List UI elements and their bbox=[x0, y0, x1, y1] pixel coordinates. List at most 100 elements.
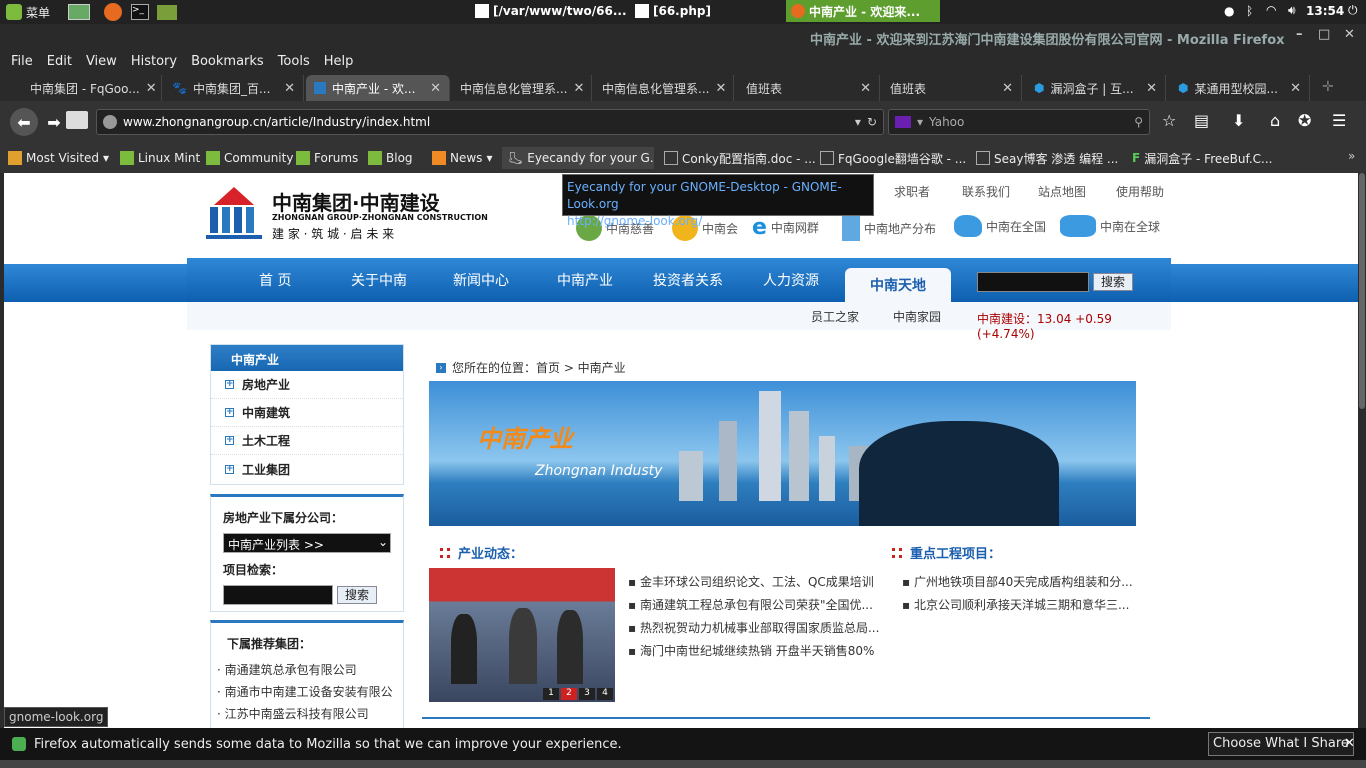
addon-icon[interactable]: ✪ bbox=[1298, 111, 1311, 130]
nav-about[interactable]: 关于中南 bbox=[351, 270, 407, 290]
bookmark-seay[interactable]: Seay博客 渗透 编程 ... bbox=[976, 147, 1118, 169]
project-search-input[interactable] bbox=[223, 585, 333, 605]
sidebar-item-civil[interactable]: + 土木工程 bbox=[211, 427, 403, 455]
stock-quote[interactable]: 中南建设：13.04 +0.59 (+4.74%) bbox=[977, 310, 1171, 341]
reload-icon[interactable]: ↻ bbox=[867, 115, 883, 129]
menu-history[interactable]: History bbox=[124, 54, 184, 69]
tab-close-icon[interactable]: ✕ bbox=[146, 81, 157, 96]
console-launcher-icon[interactable]: >_ bbox=[131, 4, 149, 20]
nav-investors[interactable]: 投资者关系 bbox=[653, 270, 723, 290]
pager-1[interactable]: 1 bbox=[543, 688, 559, 700]
taskbar-item-editor[interactable]: [66.php] bbox=[630, 0, 716, 22]
home-icon[interactable]: ⌂ bbox=[1270, 111, 1280, 130]
news-item[interactable]: ▪ 海门中南世纪城继续热销 开盘半天销售80% bbox=[628, 642, 874, 659]
tab-7[interactable]: ⬢ 漏洞盒子 | 互... ✕ bbox=[1026, 75, 1166, 101]
clock[interactable]: 13:54 bbox=[1306, 4, 1344, 18]
tab-close-icon[interactable]: ✕ bbox=[1146, 81, 1157, 96]
overflow-chevron-icon[interactable]: » bbox=[1348, 149, 1355, 163]
sidebar-item-industrial[interactable]: + 工业集团 bbox=[211, 455, 403, 483]
site-logo[interactable]: 中南集团·中南建设 ZHONGNAN GROUP·ZHONGNAN CONSTR… bbox=[204, 185, 488, 245]
tab-close-icon[interactable]: ✕ bbox=[284, 81, 295, 96]
dropdown-arrow-icon[interactable]: ▾ bbox=[855, 115, 861, 129]
link-sitemap[interactable]: 站点地图 bbox=[1038, 183, 1086, 200]
bookmark-freebuf[interactable]: F 漏洞盒子 - FreeBuf.C... bbox=[1132, 147, 1272, 169]
reading-list-icon[interactable]: ▤ bbox=[1194, 111, 1209, 130]
tab-close-icon[interactable]: ✕ bbox=[715, 81, 726, 96]
menu-file[interactable]: File bbox=[4, 54, 40, 69]
nav-hr[interactable]: 人力资源 bbox=[763, 270, 819, 290]
bookmark-blog[interactable]: Blog bbox=[368, 147, 413, 169]
pager-4[interactable]: 4 bbox=[597, 688, 613, 700]
bookmark-fqgoogle[interactable]: FqGoogle翻墙谷歌 - ... bbox=[820, 147, 966, 169]
close-window-icon[interactable]: ✕ bbox=[1344, 27, 1355, 42]
nav-industry[interactable]: 中南产业 bbox=[557, 270, 613, 290]
close-notification-icon[interactable]: ✕ bbox=[1344, 736, 1355, 751]
search-icon[interactable]: ⚲ bbox=[1134, 115, 1149, 129]
search-bar[interactable]: ▾ Yahoo ⚲ bbox=[888, 109, 1150, 135]
home-page-icon[interactable] bbox=[66, 111, 88, 129]
url-bar[interactable]: www.zhongnangroup.cn/article/Industry/in… bbox=[96, 109, 884, 135]
nav-news[interactable]: 新闻中心 bbox=[453, 270, 509, 290]
link-help[interactable]: 使用帮助 bbox=[1116, 183, 1164, 200]
link-contact[interactable]: 联系我们 bbox=[962, 183, 1010, 200]
tab-1[interactable]: 🐾 中南集团_百... ✕ bbox=[164, 75, 304, 101]
bookmark-community[interactable]: Community bbox=[206, 147, 293, 169]
bookmark-conky[interactable]: Conky配置指南.doc - ... bbox=[664, 147, 816, 169]
recommended-item[interactable]: · 南通建筑总承包有限公司 bbox=[217, 661, 357, 678]
news-photo[interactable]: 1 2 3 4 bbox=[429, 568, 615, 702]
taskbar-item-firefox[interactable]: 中南产业 - 欢迎来... bbox=[786, 0, 940, 22]
bluetooth-icon[interactable]: ᛒ bbox=[1246, 4, 1253, 18]
menu-button[interactable]: 菜单 bbox=[0, 0, 56, 24]
tab-2-active[interactable]: 中南产业 - 欢... ✕ bbox=[306, 75, 450, 101]
recommended-item[interactable]: · 南通市中南建工设备安装有限公 bbox=[217, 683, 393, 700]
power-icon[interactable]: ⏻ bbox=[1348, 3, 1358, 18]
menu-edit[interactable]: Edit bbox=[40, 54, 79, 69]
menu-view[interactable]: View bbox=[79, 54, 124, 69]
scrollbar-thumb[interactable] bbox=[1359, 173, 1365, 409]
bookmark-star-icon[interactable]: ☆ bbox=[1162, 111, 1176, 130]
user-icon[interactable]: ● bbox=[1224, 4, 1234, 18]
site-search-button[interactable]: 搜索 bbox=[1093, 273, 1133, 291]
project-item[interactable]: ▪ 广州地铁项目部40天完成盾构组装和分... bbox=[902, 573, 1133, 590]
folder-launcher-icon[interactable] bbox=[157, 5, 177, 20]
link-job-seeker[interactable]: 求职者 bbox=[894, 183, 930, 200]
volume-icon[interactable]: 🔊︎ bbox=[1288, 3, 1296, 18]
sidebar-item-real-estate[interactable]: + 房地产业 bbox=[211, 371, 403, 399]
project-item[interactable]: ▪ 北京公司顺利承接天洋城三期和意华三... bbox=[902, 596, 1129, 613]
menu-bookmarks[interactable]: Bookmarks bbox=[184, 54, 271, 69]
menu-tools[interactable]: Tools bbox=[271, 54, 317, 69]
news-item[interactable]: ▪ 南通建筑工程总承包有限公司荣获"全国优... bbox=[628, 596, 873, 613]
page-scrollbar[interactable] bbox=[1358, 173, 1366, 728]
tab-close-icon[interactable]: ✕ bbox=[1002, 81, 1013, 96]
sidebar-item-construction[interactable]: + 中南建筑 bbox=[211, 399, 403, 427]
forward-button[interactable]: ➡ bbox=[40, 108, 68, 136]
maximize-icon[interactable]: □ bbox=[1318, 27, 1330, 42]
download-icon[interactable]: ⬇ bbox=[1232, 111, 1245, 130]
quick-link-global[interactable]: 中南在全球 bbox=[1060, 215, 1160, 237]
project-search-button[interactable]: 搜索 bbox=[337, 586, 377, 604]
wifi-icon[interactable]: ◠ bbox=[1266, 3, 1276, 17]
site-search-input[interactable] bbox=[977, 272, 1089, 292]
tab-close-icon[interactable]: ✕ bbox=[573, 81, 584, 96]
tab-3[interactable]: 中南信息化管理系... ✕ bbox=[452, 75, 592, 101]
tab-close-icon[interactable]: ✕ bbox=[1290, 81, 1301, 96]
tab-0[interactable]: 中南集团 - FqGoo... ✕ bbox=[6, 75, 162, 101]
news-item[interactable]: ▪ 金丰环球公司组织论文、工法、QC成果培训 bbox=[628, 573, 874, 590]
news-item[interactable]: ▪ 热烈祝贺动力机械事业部取得国家质监总局... bbox=[628, 619, 879, 636]
firefox-launcher-icon[interactable] bbox=[104, 3, 122, 21]
subnav-home[interactable]: 中南家园 bbox=[893, 308, 941, 325]
new-tab-icon[interactable]: ✛ bbox=[1322, 79, 1334, 95]
subnav-staff[interactable]: 员工之家 bbox=[811, 308, 859, 325]
recommended-item[interactable]: · 江苏中南盛云科技有限公司 bbox=[217, 705, 369, 722]
bookmark-most-visited[interactable]: Most Visited ▾ bbox=[8, 147, 109, 169]
choose-what-i-share-button[interactable]: Choose What I Share bbox=[1208, 732, 1354, 756]
menu-help[interactable]: Help bbox=[317, 54, 361, 69]
bookmark-linux-mint[interactable]: Linux Mint bbox=[120, 147, 200, 169]
bookmark-forums[interactable]: Forums bbox=[296, 147, 358, 169]
subsidiary-select[interactable]: 中南产业列表 >> ⌄ bbox=[223, 533, 391, 553]
tab-close-icon[interactable]: ✕ bbox=[860, 81, 871, 96]
hamburger-menu-icon[interactable]: ☰ bbox=[1332, 111, 1346, 130]
nav-home[interactable]: 首 页 bbox=[259, 270, 291, 290]
bookmark-news[interactable]: News ▾ bbox=[432, 147, 492, 169]
minimize-icon[interactable]: – bbox=[1296, 27, 1303, 42]
